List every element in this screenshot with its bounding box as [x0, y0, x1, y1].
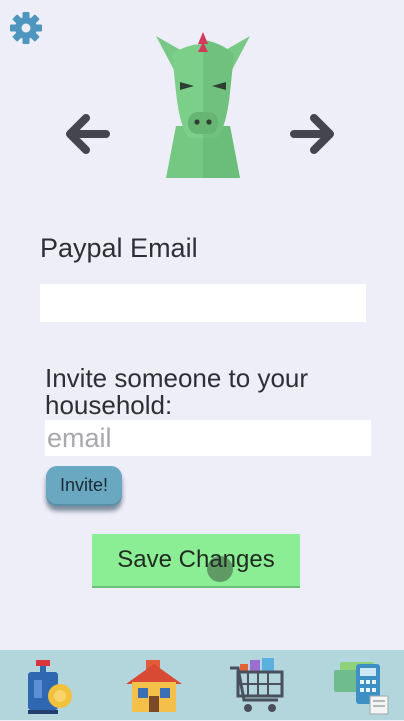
- invite-email-field[interactable]: [45, 420, 371, 456]
- arrow-left-icon[interactable]: [62, 110, 110, 158]
- gear-icon[interactable]: [8, 10, 44, 46]
- invite-button[interactable]: Invite!: [46, 466, 122, 506]
- bottom-nav-bar: [0, 650, 404, 720]
- touch-indicator: [207, 556, 233, 582]
- dragon-avatar-icon: [150, 30, 256, 180]
- chores-cleaning-icon[interactable]: [22, 656, 82, 716]
- save-changes-button[interactable]: Save Changes: [92, 534, 300, 588]
- invite-label: Invite someone to your household:: [45, 363, 309, 420]
- bills-calculator-icon[interactable]: [332, 656, 392, 716]
- paypal-email-label: Paypal Email: [40, 233, 198, 263]
- house-icon[interactable]: [124, 656, 184, 716]
- shopping-cart-icon[interactable]: [228, 656, 288, 716]
- paypal-email-field[interactable]: [40, 284, 366, 322]
- arrow-right-icon[interactable]: [290, 110, 338, 158]
